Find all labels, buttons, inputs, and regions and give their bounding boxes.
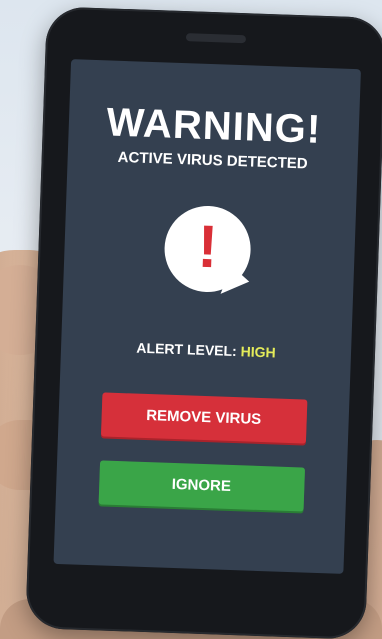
alert-level: ALERT LEVEL: HIGH <box>61 337 351 363</box>
remove-virus-button[interactable]: REMOVE VIRUS <box>100 392 307 444</box>
alert-level-label: ALERT LEVEL: <box>136 339 238 360</box>
warning-title: WARNING! <box>105 100 322 152</box>
exclamation-icon: ! <box>196 212 219 281</box>
smartphone: WARNING! ACTIVE VIRUS DETECTED ! ALERT L… <box>25 6 382 639</box>
alert-level-value: HIGH <box>240 343 276 361</box>
phone-speaker <box>185 33 247 44</box>
photo-scene: WARNING! ACTIVE VIRUS DETECTED ! ALERT L… <box>0 0 382 639</box>
exclamation-speech-bubble-icon: ! <box>163 204 256 303</box>
warning-screen: WARNING! ACTIVE VIRUS DETECTED ! ALERT L… <box>53 59 361 574</box>
ignore-button[interactable]: IGNORE <box>98 460 305 512</box>
